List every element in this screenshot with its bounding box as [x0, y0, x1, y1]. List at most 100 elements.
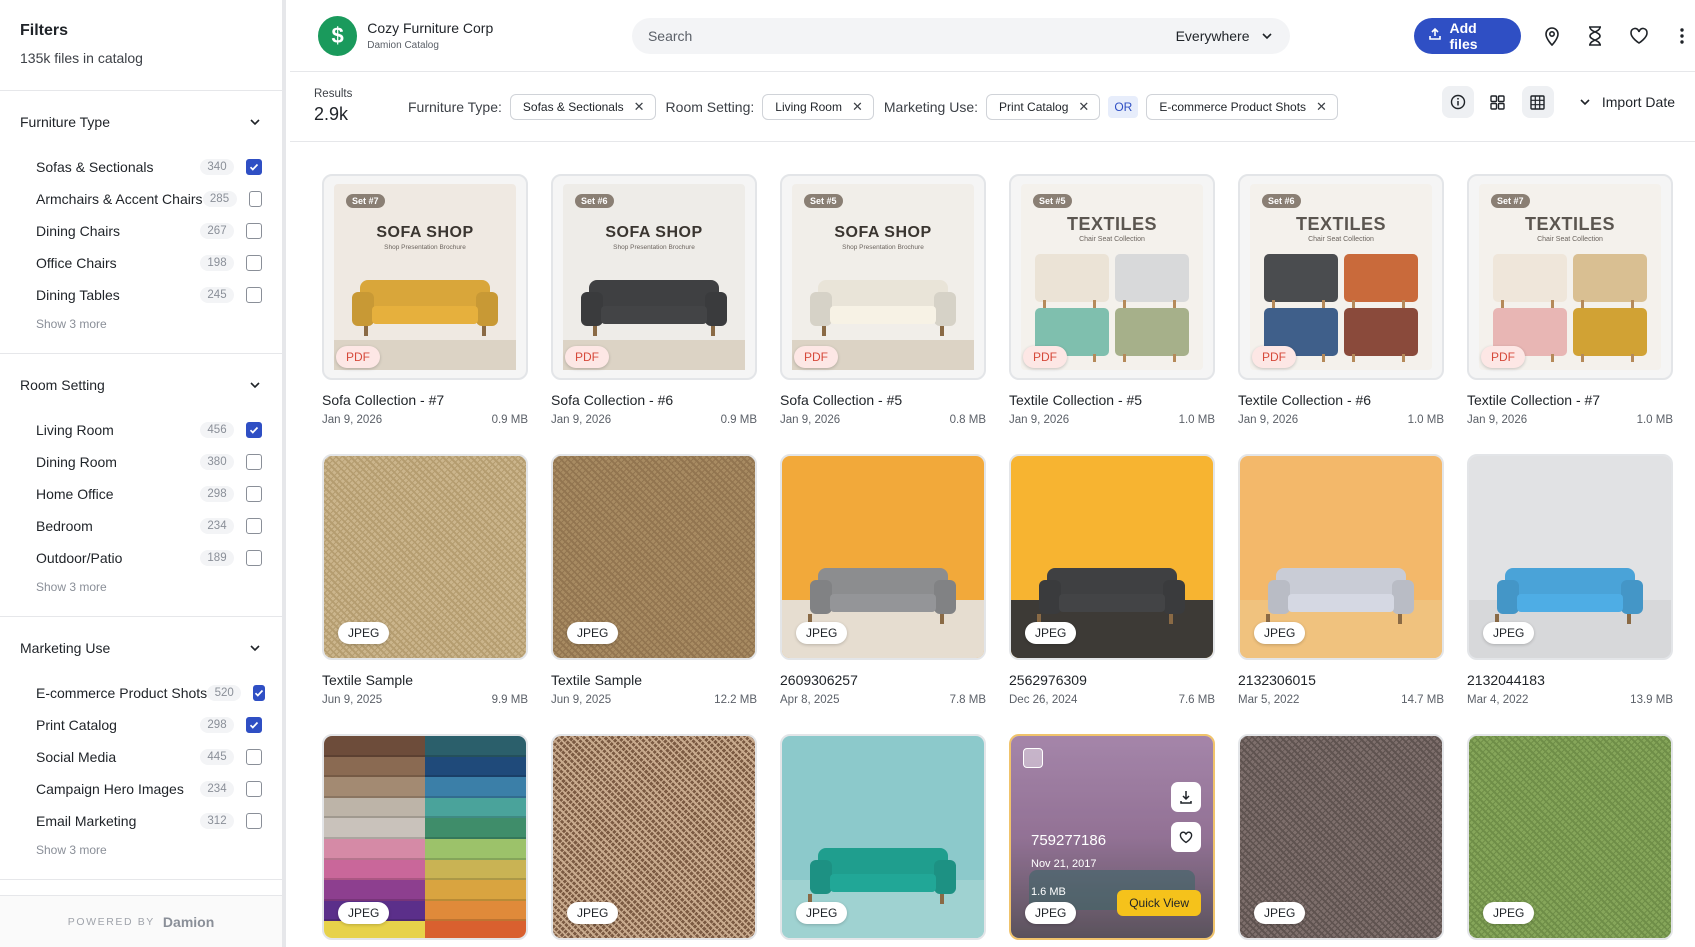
asset-card[interactable]: Set #6 TEXTILES Chair Seat Collection PD… — [1238, 174, 1444, 454]
show-more-link[interactable]: Show 3 more — [20, 317, 262, 335]
asset-thumbnail[interactable]: JPEG — [780, 454, 986, 660]
asset-thumbnail[interactable]: JPEG — [1009, 454, 1215, 660]
asset-thumbnail[interactable]: JPEG — [551, 454, 757, 660]
show-more-link[interactable]: Show 3 more — [20, 843, 262, 861]
filter-option[interactable]: Sofas & Sectionals 340 — [20, 151, 262, 183]
asset-thumbnail[interactable]: JPEG — [551, 734, 757, 940]
asset-grid: Set #7 SOFA SHOP Shop Presentation Broch… — [322, 174, 1673, 947]
quick-view-button[interactable]: Quick View — [1117, 890, 1201, 916]
asset-card[interactable]: 759277186 Nov 21, 2017 1.6 MB Quick View… — [1009, 734, 1215, 947]
asset-card[interactable]: JPEG 2132306015 Mar 5, 2022 14.7 MB — [1238, 454, 1444, 734]
asset-card[interactable]: JPEG 2132044183 Mar 4, 2022 13.9 MB — [1467, 454, 1673, 734]
filter-option[interactable]: Armchairs & Accent Chairs 285 — [20, 183, 262, 215]
filter-checkbox[interactable] — [246, 422, 262, 438]
grid-large-icon[interactable] — [1482, 86, 1514, 118]
filter-checkbox[interactable] — [246, 781, 262, 797]
asset-thumbnail[interactable]: Set #7 SOFA SHOP Shop Presentation Broch… — [322, 174, 528, 380]
filter-checkbox[interactable] — [246, 159, 262, 175]
asset-thumbnail[interactable]: 759277186 Nov 21, 2017 1.6 MB Quick View… — [1009, 734, 1215, 940]
asset-card[interactable]: Set #5 SOFA SHOP Shop Presentation Broch… — [780, 174, 986, 454]
filter-checkbox[interactable] — [246, 223, 262, 239]
close-icon[interactable]: ✕ — [852, 100, 863, 113]
asset-thumbnail[interactable]: JPEG — [322, 734, 528, 940]
show-more-link[interactable]: Show 3 more — [20, 580, 262, 598]
filter-option[interactable]: Social Media 445 — [20, 741, 262, 773]
filter-checkbox[interactable] — [246, 454, 262, 470]
filter-option[interactable]: Office Chairs 198 — [20, 247, 262, 279]
select-checkbox[interactable] — [1023, 748, 1043, 768]
filter-group-header[interactable]: Room Setting — [20, 368, 262, 402]
asset-thumbnail[interactable]: JPEG — [1238, 454, 1444, 660]
filter-checkbox[interactable] — [253, 685, 266, 701]
filter-group-header[interactable]: Furniture Type — [20, 105, 262, 139]
add-files-button[interactable]: Add files — [1413, 17, 1522, 54]
filter-checkbox[interactable] — [246, 287, 262, 303]
asset-card[interactable]: JPEG 2562976309 Dec 26, 2024 7.6 MB — [1009, 454, 1215, 734]
filter-option[interactable]: Email Marketing 312 — [20, 805, 262, 837]
asset-card[interactable]: JPEG — [551, 734, 757, 947]
download-icon[interactable] — [1171, 782, 1201, 812]
filter-option[interactable]: Print Catalog 298 — [20, 709, 262, 741]
filter-option[interactable]: Dining Chairs 267 — [20, 215, 262, 247]
close-icon[interactable]: ✕ — [1316, 100, 1327, 113]
filter-option[interactable]: Bedroom 234 — [20, 510, 262, 542]
asset-thumbnail[interactable]: JPEG — [322, 454, 528, 660]
filter-checkbox[interactable] — [248, 191, 262, 207]
filter-option[interactable]: Campaign Hero Images 234 — [20, 773, 262, 805]
asset-thumbnail[interactable]: JPEG — [780, 734, 986, 940]
filter-checkbox[interactable] — [246, 749, 262, 765]
asset-card[interactable]: JPEG — [780, 734, 986, 947]
asset-thumbnail[interactable]: JPEG — [1467, 734, 1673, 940]
brochure-cover: Set #6 SOFA SHOP Shop Presentation Broch… — [563, 184, 745, 370]
filter-checkbox[interactable] — [246, 518, 262, 534]
asset-card[interactable]: Set #7 TEXTILES Chair Seat Collection PD… — [1467, 174, 1673, 454]
filter-option[interactable]: Home Office 298 — [20, 478, 262, 510]
filter-group-header[interactable]: Marketing Use — [20, 631, 262, 665]
asset-card[interactable]: Set #5 TEXTILES Chair Seat Collection PD… — [1009, 174, 1215, 454]
filter-option[interactable]: Outdoor/Patio 189 — [20, 542, 262, 574]
filter-checkbox[interactable] — [246, 255, 262, 271]
filter-checkbox[interactable] — [246, 813, 262, 829]
or-operator-toggle[interactable]: OR — [1108, 95, 1139, 118]
filter-checkbox[interactable] — [246, 550, 262, 566]
asset-thumbnail[interactable]: Set #6 SOFA SHOP Shop Presentation Broch… — [551, 174, 757, 380]
asset-card[interactable]: JPEG Textile Sample Jun 9, 2025 9.9 MB — [322, 454, 528, 734]
asset-card[interactable]: JPEG — [322, 734, 528, 947]
asset-card[interactable]: Set #7 SOFA SHOP Shop Presentation Broch… — [322, 174, 528, 454]
asset-thumbnail[interactable]: Set #7 TEXTILES Chair Seat Collection PD… — [1467, 174, 1673, 380]
brochure-cover: Set #5 TEXTILES Chair Seat Collection — [1021, 184, 1203, 370]
filter-option[interactable]: Dining Tables 245 — [20, 279, 262, 311]
grid-small-icon[interactable] — [1521, 86, 1554, 118]
search-input[interactable] — [647, 27, 1176, 44]
info-icon[interactable] — [1441, 86, 1474, 118]
sort-dropdown[interactable]: Import Date — [1578, 94, 1675, 110]
asset-thumbnail[interactable]: Set #6 TEXTILES Chair Seat Collection PD… — [1238, 174, 1444, 380]
close-icon[interactable]: ✕ — [1078, 100, 1089, 113]
filter-option[interactable]: E-commerce Product Shots 520 — [20, 677, 266, 709]
asset-thumbnail[interactable]: Set #5 SOFA SHOP Shop Presentation Broch… — [780, 174, 986, 380]
filter-option[interactable]: Living Room 456 — [20, 414, 262, 446]
location-pin-icon[interactable] — [1539, 23, 1565, 49]
asset-card[interactable]: Set #6 SOFA SHOP Shop Presentation Broch… — [551, 174, 757, 454]
filter-checkbox[interactable] — [246, 486, 262, 502]
asset-card[interactable]: JPEG 2609306257 Apr 8, 2025 7.8 MB — [780, 454, 986, 734]
asset-thumbnail[interactable]: JPEG — [1467, 454, 1673, 660]
asset-thumbnail[interactable]: Set #5 TEXTILES Chair Seat Collection PD… — [1009, 174, 1215, 380]
org-logo-icon[interactable]: $ — [318, 15, 358, 56]
heart-icon[interactable] — [1171, 822, 1201, 852]
asset-card[interactable]: JPEG Textile Sample Jun 9, 2025 12.2 MB — [551, 454, 757, 734]
set-badge: Set #5 — [804, 194, 843, 208]
asset-date: Nov 21, 2017 — [1031, 858, 1097, 870]
filter-checkbox[interactable] — [246, 717, 262, 733]
asset-thumbnail[interactable]: JPEG — [1238, 734, 1444, 940]
close-icon[interactable]: ✕ — [634, 100, 645, 113]
search-scope-dropdown[interactable]: Everywhere — [1176, 28, 1274, 44]
asset-card[interactable]: JPEG — [1238, 734, 1444, 947]
more-vertical-icon[interactable] — [1670, 23, 1695, 49]
hourglass-icon[interactable] — [1583, 23, 1609, 49]
heart-icon[interactable] — [1626, 23, 1652, 49]
chip-label: E-commerce Product Shots — [1159, 99, 1307, 114]
org-switcher[interactable]: Cozy Furniture Corp Damion Catalog — [367, 20, 632, 51]
filter-option[interactable]: Dining Room 380 — [20, 446, 262, 478]
asset-card[interactable]: JPEG — [1467, 734, 1673, 947]
